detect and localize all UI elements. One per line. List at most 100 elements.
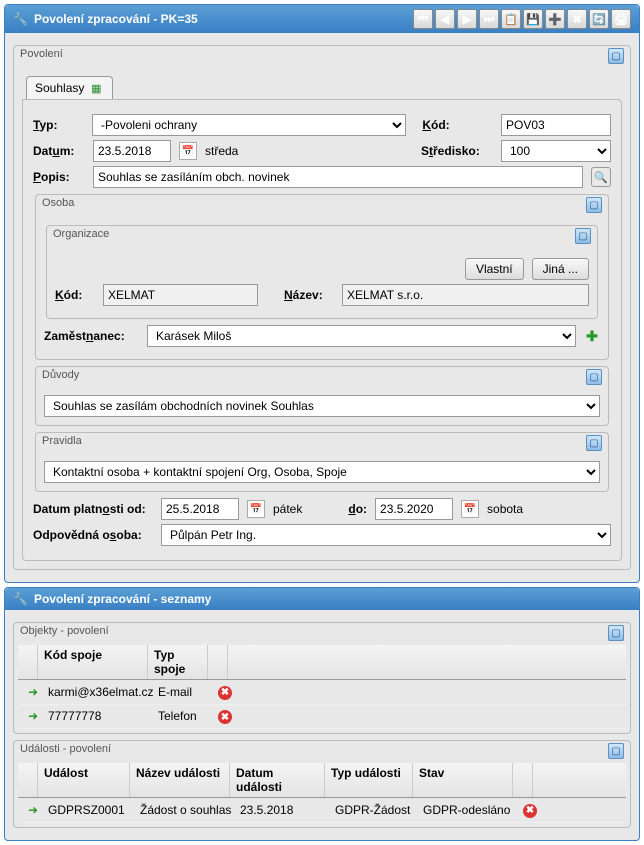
wrench-icon: 🔧	[13, 592, 28, 606]
panel-main: 🔧 Povolení zpracování - PK=35 ⏮ ◀ ▶ ⏭ 📋 …	[4, 4, 640, 583]
col-typ-spoje[interactable]: Typ spoje	[148, 645, 208, 679]
calendar-icon[interactable]: 📅	[179, 142, 197, 160]
row-arrow-icon: ➜	[28, 709, 38, 723]
expand-icon[interactable]: ▢	[586, 435, 602, 451]
col-datum[interactable]: Datum události	[230, 763, 325, 797]
platnost-od-day: pátek	[273, 502, 302, 516]
udalosti-table: Událost Název události Datum události Ty…	[18, 763, 626, 823]
stredisko-label: Středisko:	[421, 144, 493, 158]
kod-input[interactable]	[501, 114, 611, 136]
expand-icon[interactable]: ▢	[608, 48, 624, 64]
org-nazev-label: Název:	[284, 288, 334, 302]
tab-souhlasy-label: Souhlasy	[35, 81, 84, 95]
popis-label: Popis:	[33, 170, 85, 184]
datum-day: středa	[205, 144, 238, 158]
calendar-icon[interactable]: 📅	[247, 500, 265, 518]
save-button[interactable]: 💾	[523, 9, 543, 29]
wrench-icon: 🔧	[13, 12, 28, 26]
odp-label: Odpovědná osoba:	[33, 528, 153, 542]
section-osoba-title: Osoba	[42, 197, 74, 213]
copy-button[interactable]: 📋	[501, 9, 521, 29]
platnost-do-input[interactable]	[375, 498, 453, 520]
platnost-do-label: do:	[348, 502, 367, 516]
section-udalosti-title: Události - povolení	[20, 743, 111, 759]
expand-icon[interactable]: ▢	[575, 228, 591, 244]
section-povoleni: Povolení ▢ Souhlasy ▦ Typ: -Povoleni och…	[13, 45, 631, 570]
datum-label: Datum:	[33, 144, 85, 158]
section-duvody-title: Důvody	[42, 369, 79, 385]
col-nazev[interactable]: Název události	[130, 763, 230, 797]
calendar-icon[interactable]: 📅	[461, 500, 479, 518]
duvody-select[interactable]: Souhlas se zasílám obchodních novinek So…	[44, 395, 600, 417]
panel-lists: 🔧 Povolení zpracování - seznamy Objekty …	[4, 587, 640, 841]
stredisko-select[interactable]: 100	[501, 140, 611, 162]
platnost-od-label: Datum platnosti od:	[33, 502, 153, 516]
section-udalosti: Události - povolení ▢ Událost Název udál…	[13, 740, 631, 828]
typ-label: Typ:	[33, 118, 84, 132]
toolbar: ⏮ ◀ ▶ ⏭ 📋 💾 ➕ ✖ 🔄 🖨	[413, 9, 631, 29]
section-pravidla-title: Pravidla	[42, 435, 82, 451]
typ-select[interactable]: -Povoleni ochrany	[92, 114, 406, 136]
delete-row-icon[interactable]: ✖	[218, 686, 232, 700]
expand-icon[interactable]: ▢	[586, 369, 602, 385]
row-datum: Datum: 📅 středa Středisko: 100	[33, 140, 611, 162]
panel-main-title: Povolení zpracování - PK=35	[34, 12, 413, 26]
tab-icon: ▦	[88, 80, 104, 96]
nav-next-button[interactable]: ▶	[457, 9, 477, 29]
row-arrow-icon: ➜	[28, 803, 38, 817]
row-popis: Popis: 🔍	[33, 166, 611, 188]
delete-row-icon[interactable]: ✖	[523, 804, 537, 818]
section-org-title: Organizace	[53, 228, 109, 244]
print-button[interactable]: 🖨	[611, 9, 631, 29]
table-row[interactable]: ➜ GDPRSZ0001 Žádost o souhlas 23.5.2018 …	[18, 798, 626, 823]
popis-input[interactable]	[93, 166, 583, 188]
table-row[interactable]: ➜ karmi@x36elmat.cz E-mail ✖	[18, 680, 626, 705]
delete-button[interactable]: ✖	[567, 9, 587, 29]
objekty-table: Kód spoje Typ spoje ➜ karmi@x36elmat.cz …	[18, 645, 626, 729]
datum-input[interactable]	[93, 140, 171, 162]
expand-icon[interactable]: ▢	[608, 625, 624, 641]
nav-first-button[interactable]: ⏮	[413, 9, 433, 29]
section-osoba: Osoba ▢ Organizace ▢	[35, 194, 609, 360]
panel-main-header: 🔧 Povolení zpracování - PK=35 ⏮ ◀ ▶ ⏭ 📋 …	[5, 5, 639, 33]
col-udalost[interactable]: Událost	[38, 763, 130, 797]
delete-row-icon[interactable]: ✖	[218, 710, 232, 724]
panel-lists-header: 🔧 Povolení zpracování - seznamy	[5, 588, 639, 610]
refresh-button[interactable]: 🔄	[589, 9, 609, 29]
add-button[interactable]: ➕	[545, 9, 565, 29]
pravidla-select[interactable]: Kontaktní osoba + kontaktní spojení Org,…	[44, 461, 600, 483]
section-organizace: Organizace ▢ Vlastní Jiná ... K	[46, 225, 598, 319]
vlastni-button[interactable]: Vlastní	[465, 258, 524, 280]
row-arrow-icon: ➜	[28, 685, 38, 699]
col-kod-spoje[interactable]: Kód spoje	[38, 645, 148, 679]
plus-icon[interactable]: ✚	[584, 328, 600, 344]
col-stav[interactable]: Stav	[413, 763, 513, 797]
org-kod-input[interactable]	[103, 284, 258, 306]
expand-icon[interactable]: ▢	[586, 197, 602, 213]
org-kod-label: Kód:	[55, 288, 95, 302]
panel-main-body: Povolení ▢ Souhlasy ▦ Typ: -Povoleni och…	[5, 33, 639, 582]
row-typ: Typ: -Povoleni ochrany Kód:	[33, 114, 611, 136]
section-objekty: Objekty - povolení ▢ Kód spoje Typ spoje…	[13, 622, 631, 734]
org-nazev-input[interactable]	[342, 284, 589, 306]
table-row[interactable]: ➜ 77777778 Telefon ✖	[18, 705, 626, 730]
nav-prev-button[interactable]: ◀	[435, 9, 455, 29]
odp-select[interactable]: Půlpán Petr Ing.	[161, 524, 611, 546]
zam-label: Zaměstnanec:	[44, 329, 139, 343]
section-pravidla: Pravidla ▢ Kontaktní osoba + kontaktní s…	[35, 432, 609, 492]
zam-select[interactable]: Karásek Miloš	[147, 325, 576, 347]
tab-souhlasy[interactable]: Souhlasy ▦	[26, 76, 113, 99]
platnost-do-day: sobota	[487, 502, 523, 516]
platnost-od-input[interactable]	[161, 498, 239, 520]
section-duvody: Důvody ▢ Souhlas se zasílám obchodních n…	[35, 366, 609, 426]
section-povoleni-title: Povolení	[20, 48, 63, 64]
panel-lists-title: Povolení zpracování - seznamy	[34, 592, 631, 606]
section-objekty-title: Objekty - povolení	[20, 625, 109, 641]
kod-label: Kód:	[422, 118, 493, 132]
tab-strip: Souhlasy ▦	[22, 74, 622, 99]
jina-button[interactable]: Jiná ...	[532, 258, 589, 280]
expand-icon[interactable]: ▢	[608, 743, 624, 759]
search-icon[interactable]: 🔍	[591, 167, 611, 187]
col-typ[interactable]: Typ události	[325, 763, 413, 797]
nav-last-button[interactable]: ⏭	[479, 9, 499, 29]
